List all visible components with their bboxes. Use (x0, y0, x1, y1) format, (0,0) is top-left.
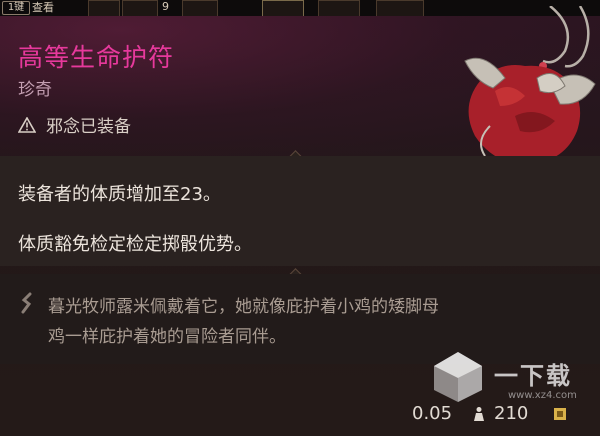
hotbar-slot[interactable] (88, 0, 120, 17)
item-weight: 0.05 (412, 403, 453, 424)
weight-icon (474, 407, 484, 421)
item-name: 高等生命护符 (18, 43, 175, 72)
item-price: 210 (494, 403, 529, 424)
slot-count: 9 (162, 0, 169, 13)
lore-line: 鸡一样庇护着她的冒险者同伴。 (48, 327, 286, 347)
effect-line: 装备者的体质增加至23。 (18, 184, 221, 205)
warning-triangle-icon (18, 116, 36, 133)
watermark-url: www.xz4.com (508, 390, 577, 401)
equip-status: 邪念已装备 (18, 112, 131, 137)
lore-text: 暮光牧师露米佩戴着它，她就像庇护着小鸡的矮脚母 鸡一样庇护着她的冒险者同伴。 (48, 292, 588, 352)
watermark-text: 一下载 (494, 362, 572, 390)
item-rarity: 珍奇 (18, 80, 52, 100)
equip-status-text: 邪念已装备 (46, 117, 131, 137)
quote-icon (21, 292, 32, 314)
watermark-logo (434, 352, 482, 402)
hotbar-slot[interactable] (122, 0, 158, 17)
effect-line: 体质豁免检定检定掷骰优势。 (18, 234, 252, 255)
amulet-icon (464, 6, 596, 165)
effects-section: 装备者的体质增加至23。 体质豁免检定检定掷骰优势。 (0, 156, 600, 266)
hotbar-slot[interactable] (262, 0, 304, 17)
hotkey-badge: 1键 (2, 1, 30, 15)
lore-section: 暮光牧师露米佩戴着它，她就像庇护着小鸡的矮脚母 鸡一样庇护着她的冒险者同伴。 (0, 274, 600, 364)
hotkey-label: 查看 (32, 1, 54, 14)
item-footer: 0.05 210 (0, 396, 600, 436)
hotbar-slot[interactable] (376, 0, 424, 17)
hotbar-slot[interactable] (318, 0, 360, 17)
hotbar-slot[interactable] (182, 0, 218, 17)
coin-icon (554, 408, 566, 420)
lore-line: 暮光牧师露米佩戴着它，她就像庇护着小鸡的矮脚母 (48, 297, 439, 317)
